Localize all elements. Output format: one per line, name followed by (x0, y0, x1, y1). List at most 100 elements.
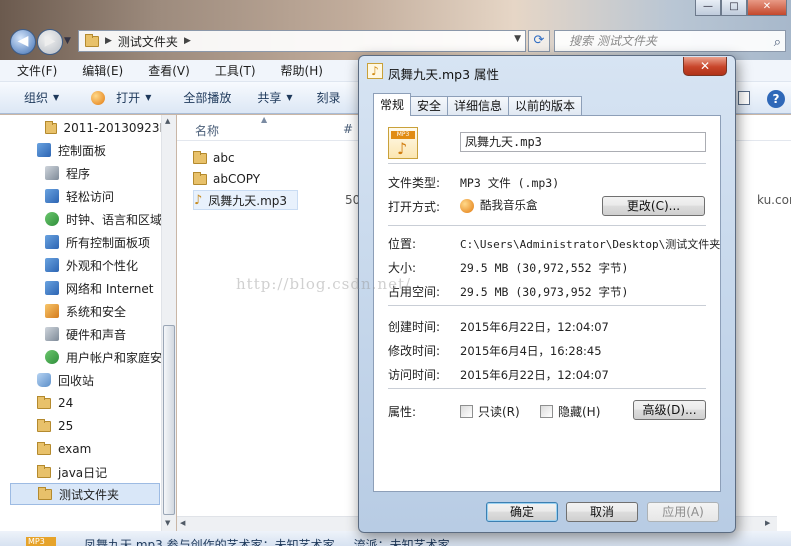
nav-item-network[interactable]: 网络和 Internet (45, 277, 163, 299)
file-row-abcopy[interactable]: abCOPY (193, 169, 260, 189)
chevron-down-icon: ▼ (286, 93, 293, 102)
checkbox-box[interactable] (460, 405, 473, 418)
ok-button[interactable]: 确定 (486, 502, 558, 522)
column-next[interactable]: # (343, 122, 353, 136)
tab-security[interactable]: 安全 (410, 96, 449, 116)
readonly-checkbox[interactable]: 只读(R) (460, 403, 520, 420)
music-file-icon: ♪ (194, 192, 203, 208)
nav-item-security[interactable]: 系统和安全 (45, 300, 163, 322)
nav-item-ease-of-access[interactable]: 轻松访问 (45, 185, 163, 207)
column-name[interactable]: 名称 (195, 122, 219, 139)
menu-edit[interactable]: 编辑(E) (65, 62, 131, 79)
breadcrumb-separator-icon[interactable]: ▶ (105, 36, 112, 46)
search-icon[interactable]: ⌕ (774, 33, 781, 53)
folder-icon (193, 171, 207, 185)
file-type-value: MP3 文件 (.mp3) (460, 176, 560, 190)
folder-icon (37, 464, 51, 478)
address-dropdown-icon[interactable]: ▼ (514, 34, 521, 44)
menu-file[interactable]: 文件(F) (0, 62, 65, 79)
tab-details[interactable]: 详细信息 (447, 96, 510, 116)
nav-scroll-thumb[interactable] (163, 325, 175, 515)
dialog-close-button[interactable]: ✕ (683, 57, 727, 76)
file-row-mp3[interactable]: ♪ 凤舞九天.mp3 (193, 190, 299, 210)
nav-item-all-items[interactable]: 所有控制面板项 (45, 231, 163, 253)
nav-item-24[interactable]: 24 (37, 392, 163, 414)
accessed-label: 访问时间: (388, 368, 441, 382)
control-panel-icon (37, 143, 51, 157)
nav-item-java-diary[interactable]: java日记 (37, 461, 163, 483)
menu-help[interactable]: 帮助(H) (264, 62, 331, 79)
nav-item-label: 时钟、语言和区域 (66, 212, 163, 227)
mp3-tag: MP3 (391, 131, 415, 139)
nav-item-test-folder[interactable]: 测试文件夹 (10, 483, 160, 505)
open-label: 打开 (116, 91, 141, 105)
nav-item-2011[interactable]: 2011-20130923I (45, 117, 163, 139)
kuwo-icon (460, 198, 474, 213)
folder-icon (85, 33, 99, 47)
nav-item-clock-language[interactable]: 时钟、语言和区域 (45, 208, 163, 230)
menu-tools[interactable]: 工具(T) (198, 62, 264, 79)
tab-general[interactable]: 常规 (373, 93, 412, 116)
scroll-up-icon[interactable]: ▲ (165, 117, 170, 125)
scroll-right-icon[interactable]: ▶ (765, 519, 770, 527)
cancel-button[interactable]: 取消 (566, 502, 638, 522)
nav-item-label: 测试文件夹 (59, 487, 120, 502)
nav-item-programs[interactable]: 程序 (45, 162, 163, 184)
nav-item-hardware-sound[interactable]: 硬件和声音 (45, 323, 163, 345)
address-bar[interactable]: ▶ 测试文件夹 ▶ ▼ (78, 30, 526, 52)
nav-item-label: 2011-20130923I (63, 121, 164, 135)
appearance-icon (45, 258, 59, 272)
nav-item-25[interactable]: 25 (37, 415, 163, 437)
search-input[interactable]: 搜索 测试文件夹 ⌕ (554, 30, 786, 52)
folder-icon (37, 418, 51, 432)
apply-button[interactable]: 应用(A) (647, 502, 719, 522)
checkbox-box[interactable] (540, 405, 553, 418)
created-value: 2015年6月22日，12:04:07 (460, 320, 609, 334)
preview-pane-icon[interactable] (738, 91, 750, 105)
mp3-file-icon: MP3 ♪ (388, 127, 418, 159)
refresh-button[interactable]: ⟳ (528, 30, 550, 52)
breadcrumb-separator-icon[interactable]: ▶ (184, 36, 191, 46)
tab-previous-versions[interactable]: 以前的版本 (508, 96, 583, 116)
open-button[interactable]: 打开 ▼ (71, 89, 163, 106)
hidden-checkbox[interactable]: 隐藏(H) (540, 403, 600, 420)
scroll-left-icon[interactable]: ◀ (180, 519, 185, 527)
file-name-field[interactable]: 凤舞九天.mp3 (460, 132, 706, 152)
help-icon[interactable]: ? (767, 90, 785, 108)
change-button[interactable]: 更改(C)... (602, 196, 705, 216)
share-button[interactable]: 共享 ▼ (243, 89, 304, 106)
organize-button[interactable]: 组织 ▼ (0, 89, 71, 106)
menu-view[interactable]: 查看(V) (131, 62, 198, 79)
file-row-abc[interactable]: abc (193, 148, 235, 168)
music-file-icon: MP3 (26, 537, 56, 546)
refresh-icon: ⟳ (533, 33, 545, 48)
close-button[interactable]: ✕ (747, 0, 787, 16)
scroll-down-icon[interactable]: ▼ (165, 519, 170, 527)
maximize-button[interactable]: □ (721, 0, 747, 16)
nav-item-label: 网络和 Internet (66, 281, 154, 296)
all-items-icon (45, 235, 59, 249)
nav-item-control-panel[interactable]: 控制面板 (37, 139, 163, 161)
recent-pages-dropdown[interactable]: ▼ (64, 36, 71, 46)
search-placeholder: 搜索 测试文件夹 (569, 34, 657, 48)
music-file-icon: ♪ (367, 63, 383, 79)
burn-button[interactable]: 刻录 (305, 89, 353, 106)
forward-arrow-icon: ▶ (44, 33, 56, 49)
play-all-button[interactable]: 全部播放 (163, 89, 243, 106)
nav-item-label: 硬件和声音 (66, 327, 127, 342)
advanced-button[interactable]: 高级(D)... (633, 400, 706, 420)
nav-item-user-accounts[interactable]: 用户帐户和家庭安全 (45, 346, 163, 368)
forward-button[interactable]: ▶ (37, 29, 63, 55)
nav-item-label: 24 (58, 396, 74, 410)
accessed-value: 2015年6月22日，12:04:07 (460, 368, 609, 382)
nav-item-label: 所有控制面板项 (66, 235, 151, 250)
nav-item-appearance[interactable]: 外观和个性化 (45, 254, 163, 276)
minimize-button[interactable]: — (695, 0, 721, 16)
nav-scrollbar[interactable]: ▲ ▼ (161, 115, 176, 531)
breadcrumb-item[interactable]: 测试文件夹 (118, 33, 178, 50)
nav-item-exam[interactable]: exam (37, 438, 163, 460)
background-text: ku.com (757, 193, 791, 207)
back-button[interactable]: ◀ (10, 29, 36, 55)
file-name: abCOPY (213, 172, 261, 186)
nav-item-recycle-bin[interactable]: 回收站 (37, 369, 163, 391)
